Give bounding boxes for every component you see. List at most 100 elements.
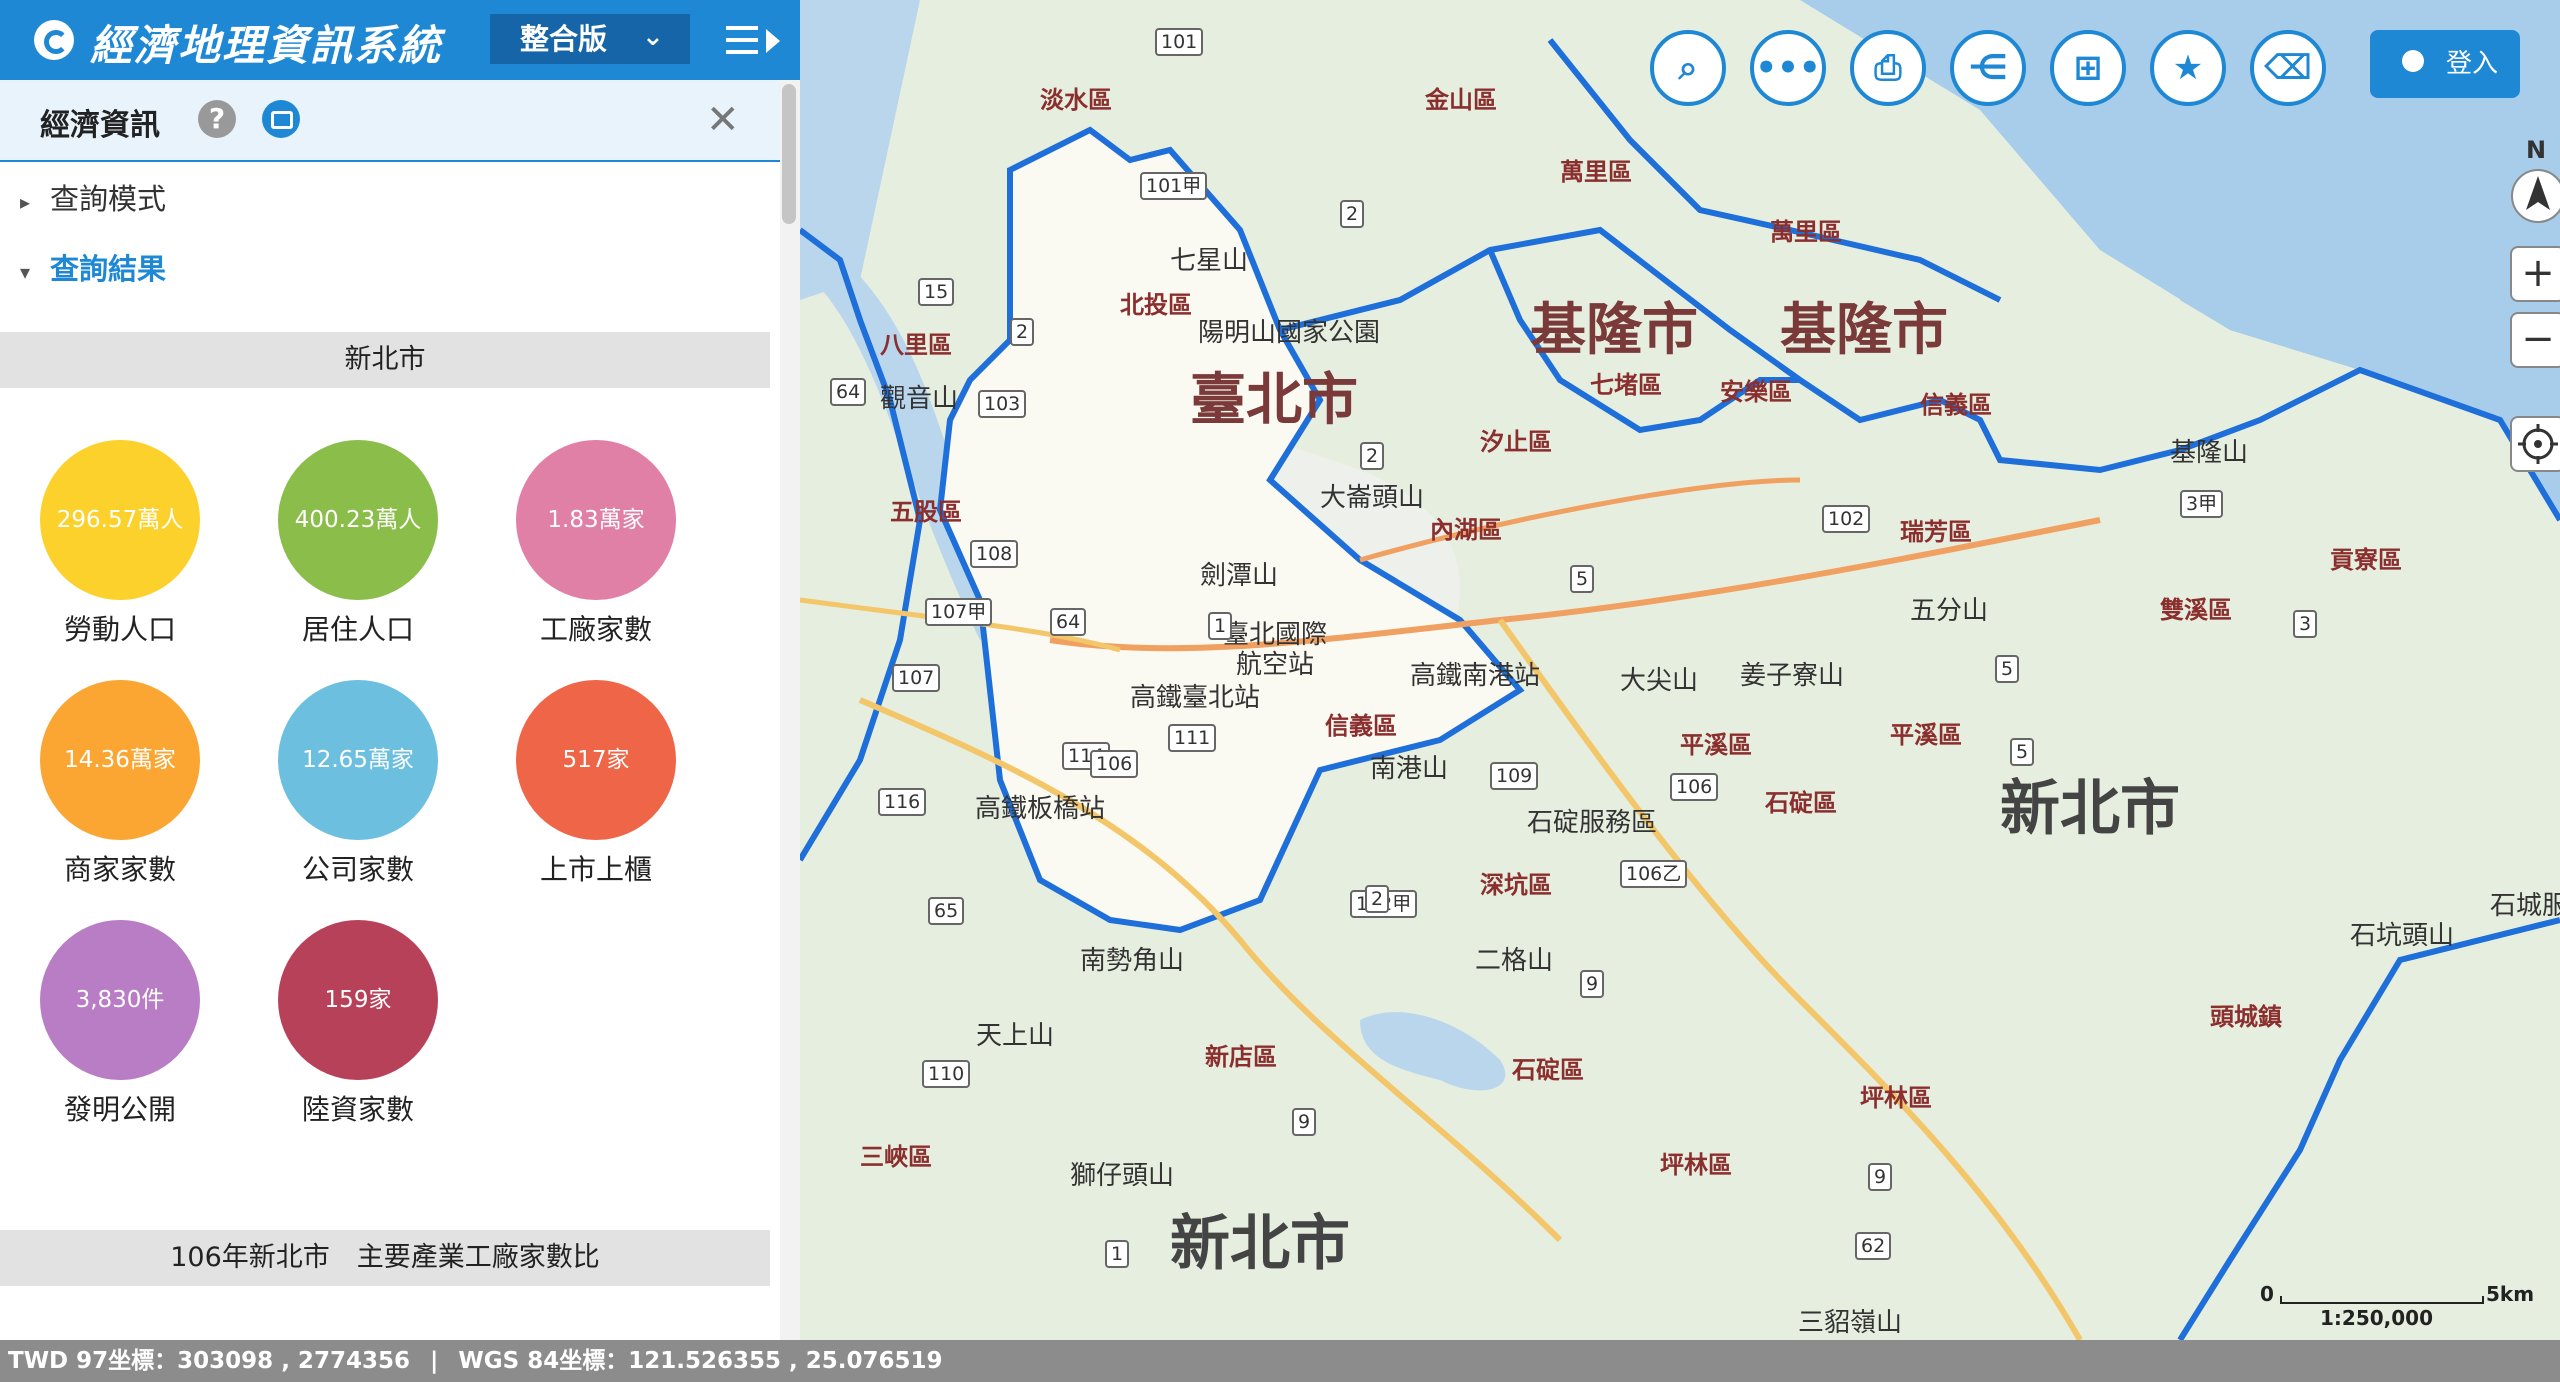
map-label: 新店區 [1205, 1043, 1277, 1071]
locate-button[interactable] [2510, 416, 2560, 472]
status-bar: TWD 97坐標：303098 , 2774356 | WGS 84坐標：121… [0, 1340, 2560, 1382]
route-shield: 101 [1155, 28, 1204, 56]
stat-label: 發明公開 [63, 1093, 176, 1126]
stat-item[interactable]: 296.57萬人勞動人口 [20, 440, 220, 648]
stat-circle: 14.36萬家 [40, 680, 200, 840]
message-icon[interactable] [262, 100, 300, 138]
route-shield: 116 [878, 788, 927, 816]
map-label: 天上山 [976, 1021, 1055, 1051]
route-shield: 108 [970, 540, 1019, 568]
map-label: 新北市 [2000, 774, 2180, 844]
route-shield: 9 [1580, 970, 1605, 998]
stat-item[interactable]: 3,830件 發明公開 [20, 920, 220, 1128]
title-bar: 經濟地理資訊系統 整合版 ⌄ [0, 0, 800, 80]
map-label: 獅仔頭山 [1070, 1161, 1175, 1191]
map-label: 五股區 [890, 498, 962, 526]
stat-item[interactable]: 400.23萬人居住人口 [258, 440, 458, 648]
map-label: 信義區 [1325, 712, 1397, 740]
north-arrow-icon[interactable]: N [2508, 126, 2560, 226]
tree-item-query-result[interactable]: ▾ 查詢結果 [20, 246, 166, 288]
route-shield: 2 [1365, 885, 1390, 913]
route-shield: 106 [1670, 773, 1719, 801]
more-button[interactable]: ••• [1750, 30, 1826, 106]
share-button[interactable]: ⋲ [1950, 30, 2026, 106]
route-shield: 5 [1570, 565, 1595, 593]
stat-label: 勞動人口 [63, 613, 176, 646]
map-label: 大崙頭山 [1320, 483, 1425, 513]
print-button[interactable]: ⎙ [1850, 30, 1926, 106]
edition-dropdown[interactable]: 整合版 ⌄ [490, 14, 690, 64]
stat-circle: 400.23萬人 [278, 440, 438, 600]
scrollbar[interactable] [780, 80, 800, 1340]
route-shield: 64 [830, 378, 867, 406]
map-label: 高鐵南港站 [1410, 661, 1541, 691]
eraser-button[interactable]: ⌫ [2250, 30, 2326, 106]
login-button[interactable]: 登入 [2370, 30, 2520, 98]
route-shield: 3 [2293, 610, 2318, 638]
map-label: 北投區 [1120, 291, 1192, 319]
map-label: 瑞芳區 [1900, 518, 1972, 546]
route-shield: 101甲 [1140, 172, 1208, 200]
tree-item-query-mode[interactable]: ▸ 查詢模式 [20, 176, 166, 218]
info-panel: 經濟地理資訊系統 整合版 ⌄ 經濟資訊 ? ✕ ▸ 查詢模式 ▾ 查詢結果 新北市 … [0, 0, 800, 1340]
share-icon: ⋲ [1968, 48, 2008, 88]
scale-bar: 0 5km 1:250,000 [2260, 1280, 2550, 1330]
stat-label: 商家家數 [63, 853, 176, 886]
section-title: 經濟資訊 [40, 108, 160, 143]
route-shield: 15 [918, 278, 955, 306]
map-label: 石碇服務區 [1527, 808, 1658, 838]
route-shield: 1 [1208, 612, 1233, 640]
map-label: 三峽區 [860, 1143, 932, 1171]
route-shield: 109 [1490, 762, 1539, 790]
stat-label: 居住人口 [301, 613, 414, 646]
scrollbar-thumb[interactable] [782, 84, 796, 224]
more-icon: ••• [1755, 48, 1821, 88]
caret-right-icon [766, 29, 780, 53]
north-label: N [2526, 136, 2547, 164]
stat-item[interactable]: 1.83萬家 工廠家數 [496, 440, 696, 648]
route-shield: 107 [892, 664, 941, 692]
logo-icon [34, 20, 74, 60]
map-label: 基隆市 [1530, 298, 1698, 363]
map-label: 坪林區 [1860, 1084, 1932, 1112]
hamburger-icon-bar [726, 38, 758, 42]
search-button[interactable]: ⌕ [1650, 30, 1726, 106]
stat-circle: 1.83萬家 [516, 440, 676, 600]
map-label: 姜子寮山 [1740, 661, 1845, 691]
map-label: 新北市 [1170, 1209, 1350, 1279]
scale-end: 5km [2486, 1282, 2535, 1306]
map-label: 雙溪區 [2160, 596, 2232, 624]
stat-item[interactable]: 517家 上市上櫃 [496, 680, 696, 888]
caret-right-icon: ▸ [20, 190, 31, 214]
route-shield: 2 [1010, 318, 1035, 346]
map-label: 頭城鎮 [2210, 1003, 2282, 1031]
route-shield: 64 [1050, 608, 1087, 636]
map-canvas[interactable]: 臺北市 基隆市 基隆市 新北市 新北市 淡水區 金山區 萬里區 萬里區 北投區 … [800, 0, 2560, 1340]
route-shield: 3甲 [2180, 490, 2224, 518]
zoom-in-button[interactable]: + [2510, 246, 2560, 302]
map-book-button[interactable]: ⊞ [2050, 30, 2126, 106]
stat-item[interactable]: 12.65萬家 公司家數 [258, 680, 458, 888]
map-label: 高鐵臺北站 [1130, 683, 1261, 713]
route-shield: 5 [2010, 738, 2035, 766]
help-icon[interactable]: ? [198, 100, 236, 138]
route-shield: 106乙 [1620, 860, 1688, 888]
stat-item[interactable]: 159家 陸資家數 [258, 920, 458, 1128]
zoom-out-button[interactable]: − [2510, 312, 2560, 368]
print-icon: ⎙ [1874, 48, 1902, 88]
route-shield: 102 [1822, 505, 1871, 533]
stat-circle: 296.57萬人 [40, 440, 200, 600]
section-header: 經濟資訊 [0, 80, 780, 162]
map-label: 八里區 [880, 331, 952, 359]
route-shield: 106 [1090, 750, 1139, 778]
menu-toggle-button[interactable] [722, 20, 788, 62]
star-button[interactable]: ★ [2150, 30, 2226, 106]
map-label: 淡水區 [1040, 86, 1112, 114]
eraser-icon: ⌫ [2263, 48, 2313, 88]
route-shield: 5 [1995, 655, 2020, 683]
close-icon[interactable]: ✕ [706, 100, 740, 140]
map-label: 平溪區 [1890, 721, 1962, 749]
map-label: 三貂嶺山 [1798, 1308, 1903, 1338]
scale-start: 0 [2260, 1282, 2274, 1306]
stat-item[interactable]: 14.36萬家商家家數 [20, 680, 220, 888]
